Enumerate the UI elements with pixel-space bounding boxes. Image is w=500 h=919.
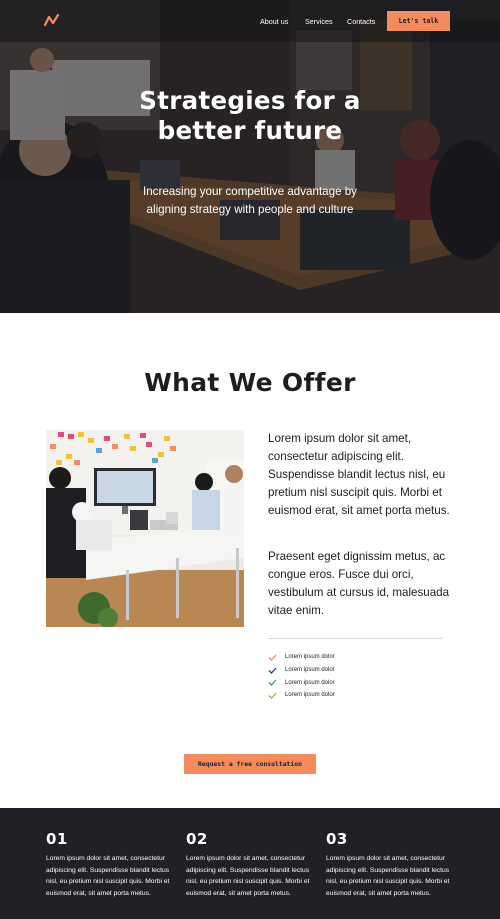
feature-column-1: 01 Lorem ipsum dolor sit amet, consectet…	[46, 830, 176, 899]
checklist-item: Lorem ipsum dolor	[268, 651, 335, 664]
feature-column-3: 03 Lorem ipsum dolor sit amet, consectet…	[326, 830, 456, 899]
office-team-photo	[46, 430, 244, 627]
check-icon	[268, 679, 277, 687]
check-icon	[268, 667, 277, 674]
section-title-what-we-offer: What We Offer	[144, 368, 356, 397]
zigzag-logo-icon[interactable]	[44, 13, 60, 27]
checklist-item-label: Lorem ipsum dolor	[285, 654, 335, 661]
feature-text: Lorem ipsum dolor sit amet, consectetur …	[326, 855, 450, 897]
lets-talk-button[interactable]: Let's talk	[387, 11, 450, 31]
offer-divider	[268, 638, 443, 639]
checklist-item: Lorem ipsum dolor	[268, 664, 335, 677]
checklist-item: Lorem ipsum dolor	[268, 676, 335, 689]
feature-column-2: 02 Lorem ipsum dolor sit amet, consectet…	[186, 830, 316, 899]
feature-number: 02	[186, 830, 208, 848]
hero-title-line-2: better future	[157, 116, 343, 145]
feature-number: 01	[46, 830, 68, 848]
feature-number: 03	[326, 830, 348, 848]
checklist-item-label: Lorem ipsum dolor	[285, 679, 335, 686]
checklist-item-label: Lorem ipsum dolor	[285, 692, 335, 699]
feature-text: Lorem ipsum dolor sit amet, consectetur …	[186, 855, 310, 897]
hero-subtitle: Increasing your competitive advantage by…	[120, 183, 380, 219]
nav-about-us[interactable]: About us	[260, 0, 288, 42]
check-icon	[268, 692, 277, 699]
nav-contacts[interactable]: Contacts	[347, 0, 375, 42]
hero-title: Strategies for a better future	[100, 86, 400, 146]
hero-subtitle-line-1: Increasing your competitive advantage by	[143, 185, 357, 198]
top-navigation-bar: About us Services Contacts Let's talk	[0, 0, 500, 42]
checklist-item-label: Lorem ipsum dolor	[285, 667, 335, 674]
checklist-item: Lorem ipsum dolor	[268, 689, 335, 702]
hero-title-line-1: Strategies for a	[139, 86, 361, 115]
nav-services[interactable]: Services	[305, 0, 333, 42]
offer-paragraph-2: Praesent eget dignissim metus, ac congue…	[268, 550, 450, 617]
offer-checklist: Lorem ipsum dolor Lorem ipsum dolor Lore…	[268, 651, 335, 702]
offer-paragraph-1: Lorem ipsum dolor sit amet, consectetur …	[268, 432, 450, 517]
hero-dark-overlay	[0, 0, 500, 313]
check-icon	[268, 654, 277, 661]
features-section: 01 Lorem ipsum dolor sit amet, consectet…	[0, 808, 500, 919]
feature-text: Lorem ipsum dolor sit amet, consectetur …	[46, 855, 170, 897]
hero-subtitle-line-2: aligning strategy with people and cultur…	[146, 203, 354, 216]
hero-section: About us Services Contacts Let's talk St…	[0, 0, 500, 313]
request-consultation-button[interactable]: Request a free consultation	[184, 754, 316, 774]
